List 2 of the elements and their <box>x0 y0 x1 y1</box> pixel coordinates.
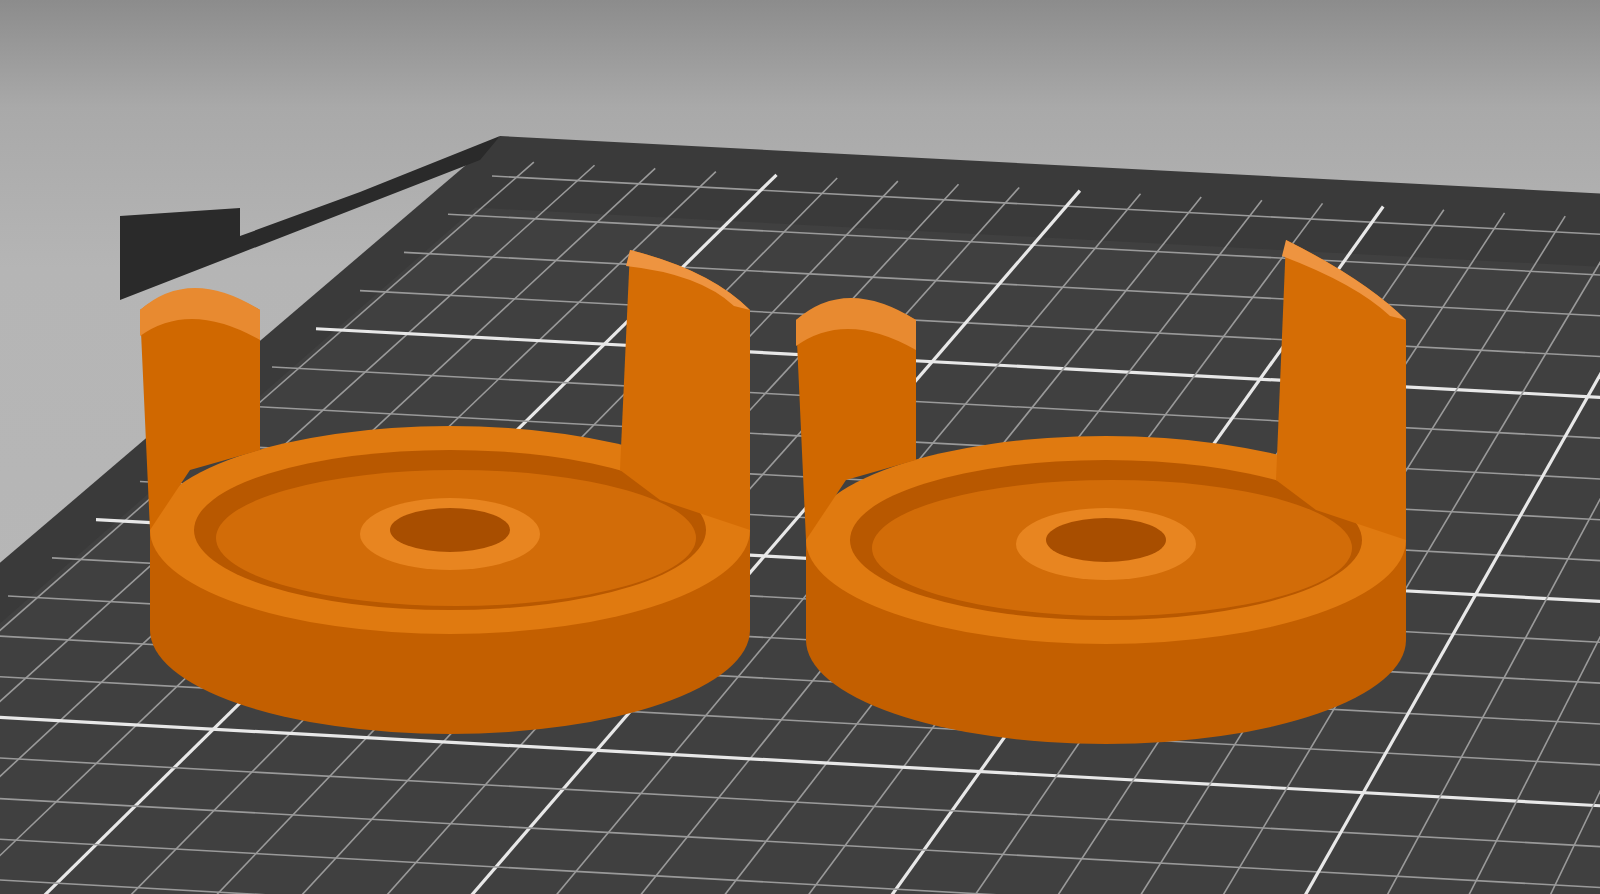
cup-model-drawing[interactable] <box>796 240 1406 744</box>
cup-model-drawing[interactable] <box>140 250 750 734</box>
